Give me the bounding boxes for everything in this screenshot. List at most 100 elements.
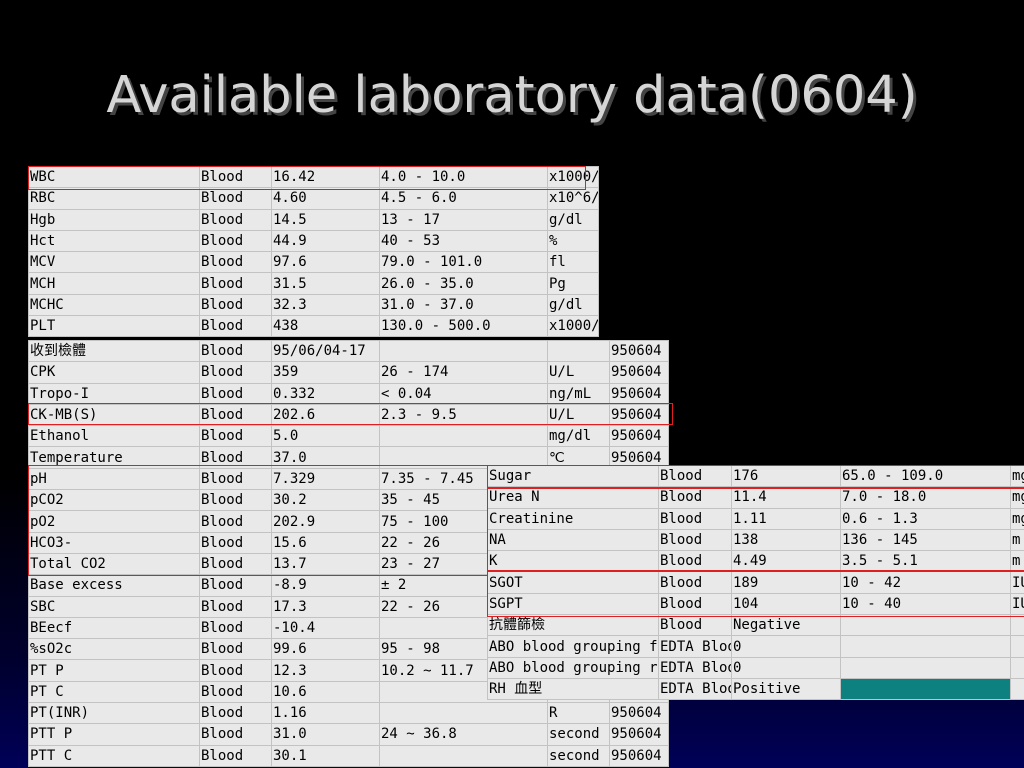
chem-row: 收到檢體 Blood 95/06/04-17 950604	[28, 339, 669, 363]
chem-cell: Tropo-I	[28, 382, 200, 405]
cbc-cell: Blood	[199, 293, 272, 317]
chem-cell: Blood	[199, 510, 272, 533]
chem-row: Ethanol Blood 5.0 mg/dl 950604	[28, 425, 669, 448]
cbc-cell: %	[547, 229, 599, 253]
cbc-cell: 14.5	[271, 208, 380, 231]
chem-cell: 950604	[609, 403, 669, 427]
biochem-cell: 抗體篩檢	[487, 614, 659, 637]
biochem-cell: 138	[731, 528, 841, 552]
chem-cell: Blood	[199, 489, 272, 512]
biochem-cell	[1010, 635, 1024, 658]
chem-cell: %sO2c	[28, 638, 200, 661]
chem-cell: 17.3	[271, 595, 380, 618]
biochem-cell: 7.0 - 18.0	[840, 486, 1011, 509]
chem-cell: 0.332	[271, 382, 380, 405]
biochem-cell: Positive	[731, 677, 841, 701]
biochem-cell: 10 - 40	[840, 592, 1011, 616]
biochem-cell: ABO blood grouping f	[487, 635, 659, 658]
chem-cell: 95/06/04-17	[271, 339, 380, 363]
cbc-cell: Blood	[199, 229, 272, 253]
chem-cell: 950604	[609, 723, 669, 746]
chem-cell: 30.2	[271, 489, 380, 512]
cbc-cell: MCH	[28, 272, 200, 295]
chem-cell: Blood	[199, 361, 272, 384]
chem-cell: < 0.04	[379, 382, 548, 405]
chem-cell: Blood	[199, 616, 272, 640]
biochem-cell: NA	[487, 528, 659, 552]
chem-cell: PT P	[28, 659, 200, 682]
biochem-row: CreatinineBlood1.11 0.6 - 1.3mg.	[487, 507, 1024, 530]
chem-cell: 202.6	[271, 403, 380, 427]
cbc-cell: Blood	[199, 187, 272, 210]
chem-cell: 5.0	[271, 425, 380, 448]
cbc-cell: Hct	[28, 229, 200, 253]
biochem-cell: EDTA Blood	[658, 656, 732, 679]
biochem-cell: Urea N	[487, 486, 659, 509]
biochem-cell	[1010, 677, 1024, 701]
biochem-cell: Blood	[658, 614, 732, 637]
cbc-cell: x1000/	[547, 165, 599, 189]
chem-cell	[379, 425, 548, 448]
chem-cell: 13.7	[271, 552, 380, 576]
chem-cell: Blood	[199, 467, 272, 491]
biochem-row: NABlood138 136 - 145m m	[487, 528, 1024, 552]
biochem-cell: Blood	[658, 592, 732, 616]
biochem-cell	[840, 656, 1011, 679]
cbc-cell: x1000/	[547, 315, 599, 338]
chem-row: PTT P Blood 31.0 24 ~ 36.8 second 950604	[28, 723, 669, 746]
chem-cell: 950604	[609, 702, 669, 725]
cbc-cell: MCHC	[28, 293, 200, 317]
chem-cell: -10.4	[271, 616, 380, 640]
biochem-cell: 1.11	[731, 507, 841, 530]
chem-cell: 24 ~ 36.8	[379, 723, 548, 746]
chem-cell: PT(INR)	[28, 702, 200, 725]
chem-cell: HCO3-	[28, 531, 200, 554]
chem-cell: 收到檢體	[28, 339, 200, 363]
cbc-cell: 438	[271, 315, 380, 338]
biochem-cell: 189	[731, 571, 841, 594]
chem-row: CK-MB(S) Blood 202.6 2.3 - 9.5 U/L 950604	[28, 403, 669, 427]
chem-cell: 12.3	[271, 659, 380, 682]
biochem-cell: RH 血型	[487, 677, 659, 701]
chem-cell	[379, 702, 548, 725]
chem-cell: 1.16	[271, 702, 380, 725]
biochem-cell: Blood	[658, 507, 732, 530]
chem-cell	[379, 339, 548, 363]
chem-cell: pCO2	[28, 489, 200, 512]
chem-cell: BEecf	[28, 616, 200, 640]
chem-cell: 950604	[609, 744, 669, 767]
chem-cell: Base excess	[28, 574, 200, 597]
cbc-cell: 79.0 - 101.0	[379, 251, 548, 274]
biochem-row: Urea NBlood11.4 7.0 - 18.0mg.	[487, 486, 1024, 509]
chem-cell: 950604	[609, 339, 669, 363]
cbc-cell: fl	[547, 251, 599, 274]
chem-cell: 26 - 174	[379, 361, 548, 384]
biochem-cell: 65.0 - 109.0	[840, 464, 1011, 488]
biochem-row: SGOTBlood189 10 - 42IU.	[487, 571, 1024, 594]
biochem-cell	[840, 635, 1011, 658]
biochem-cell: 0	[731, 635, 841, 658]
biochem-cell: EDTA Blood	[658, 677, 732, 701]
cbc-cell: x10^6/	[547, 187, 599, 210]
cbc-cell: MCV	[28, 251, 200, 274]
biochem-cell	[1010, 656, 1024, 679]
biochem-cell: 104	[731, 592, 841, 616]
cbc-cell: RBC	[28, 187, 200, 210]
biochem-cell: Blood	[658, 464, 732, 488]
chem-cell: Blood	[199, 638, 272, 661]
biochem-cell: Blood	[658, 528, 732, 552]
chem-cell: 950604	[609, 382, 669, 405]
biochem-cell: EDTA Blood	[658, 635, 732, 658]
chem-cell: Blood	[199, 552, 272, 576]
chem-cell: 30.1	[271, 744, 380, 767]
chem-cell: 99.6	[271, 638, 380, 661]
chem-cell: 37.0	[271, 446, 380, 469]
biochem-cell: SGOT	[487, 571, 659, 594]
biochem-cell: mg.	[1010, 486, 1024, 509]
cbc-cell: 31.0 - 37.0	[379, 293, 548, 317]
biochem-row: ABO blood grouping rEDTA Blood0	[487, 656, 1024, 679]
biochem-cell: mg.	[1010, 464, 1024, 488]
chem-cell: Blood	[199, 425, 272, 448]
chem-cell: Blood	[199, 680, 272, 704]
cbc-cell: 4.60	[271, 187, 380, 210]
